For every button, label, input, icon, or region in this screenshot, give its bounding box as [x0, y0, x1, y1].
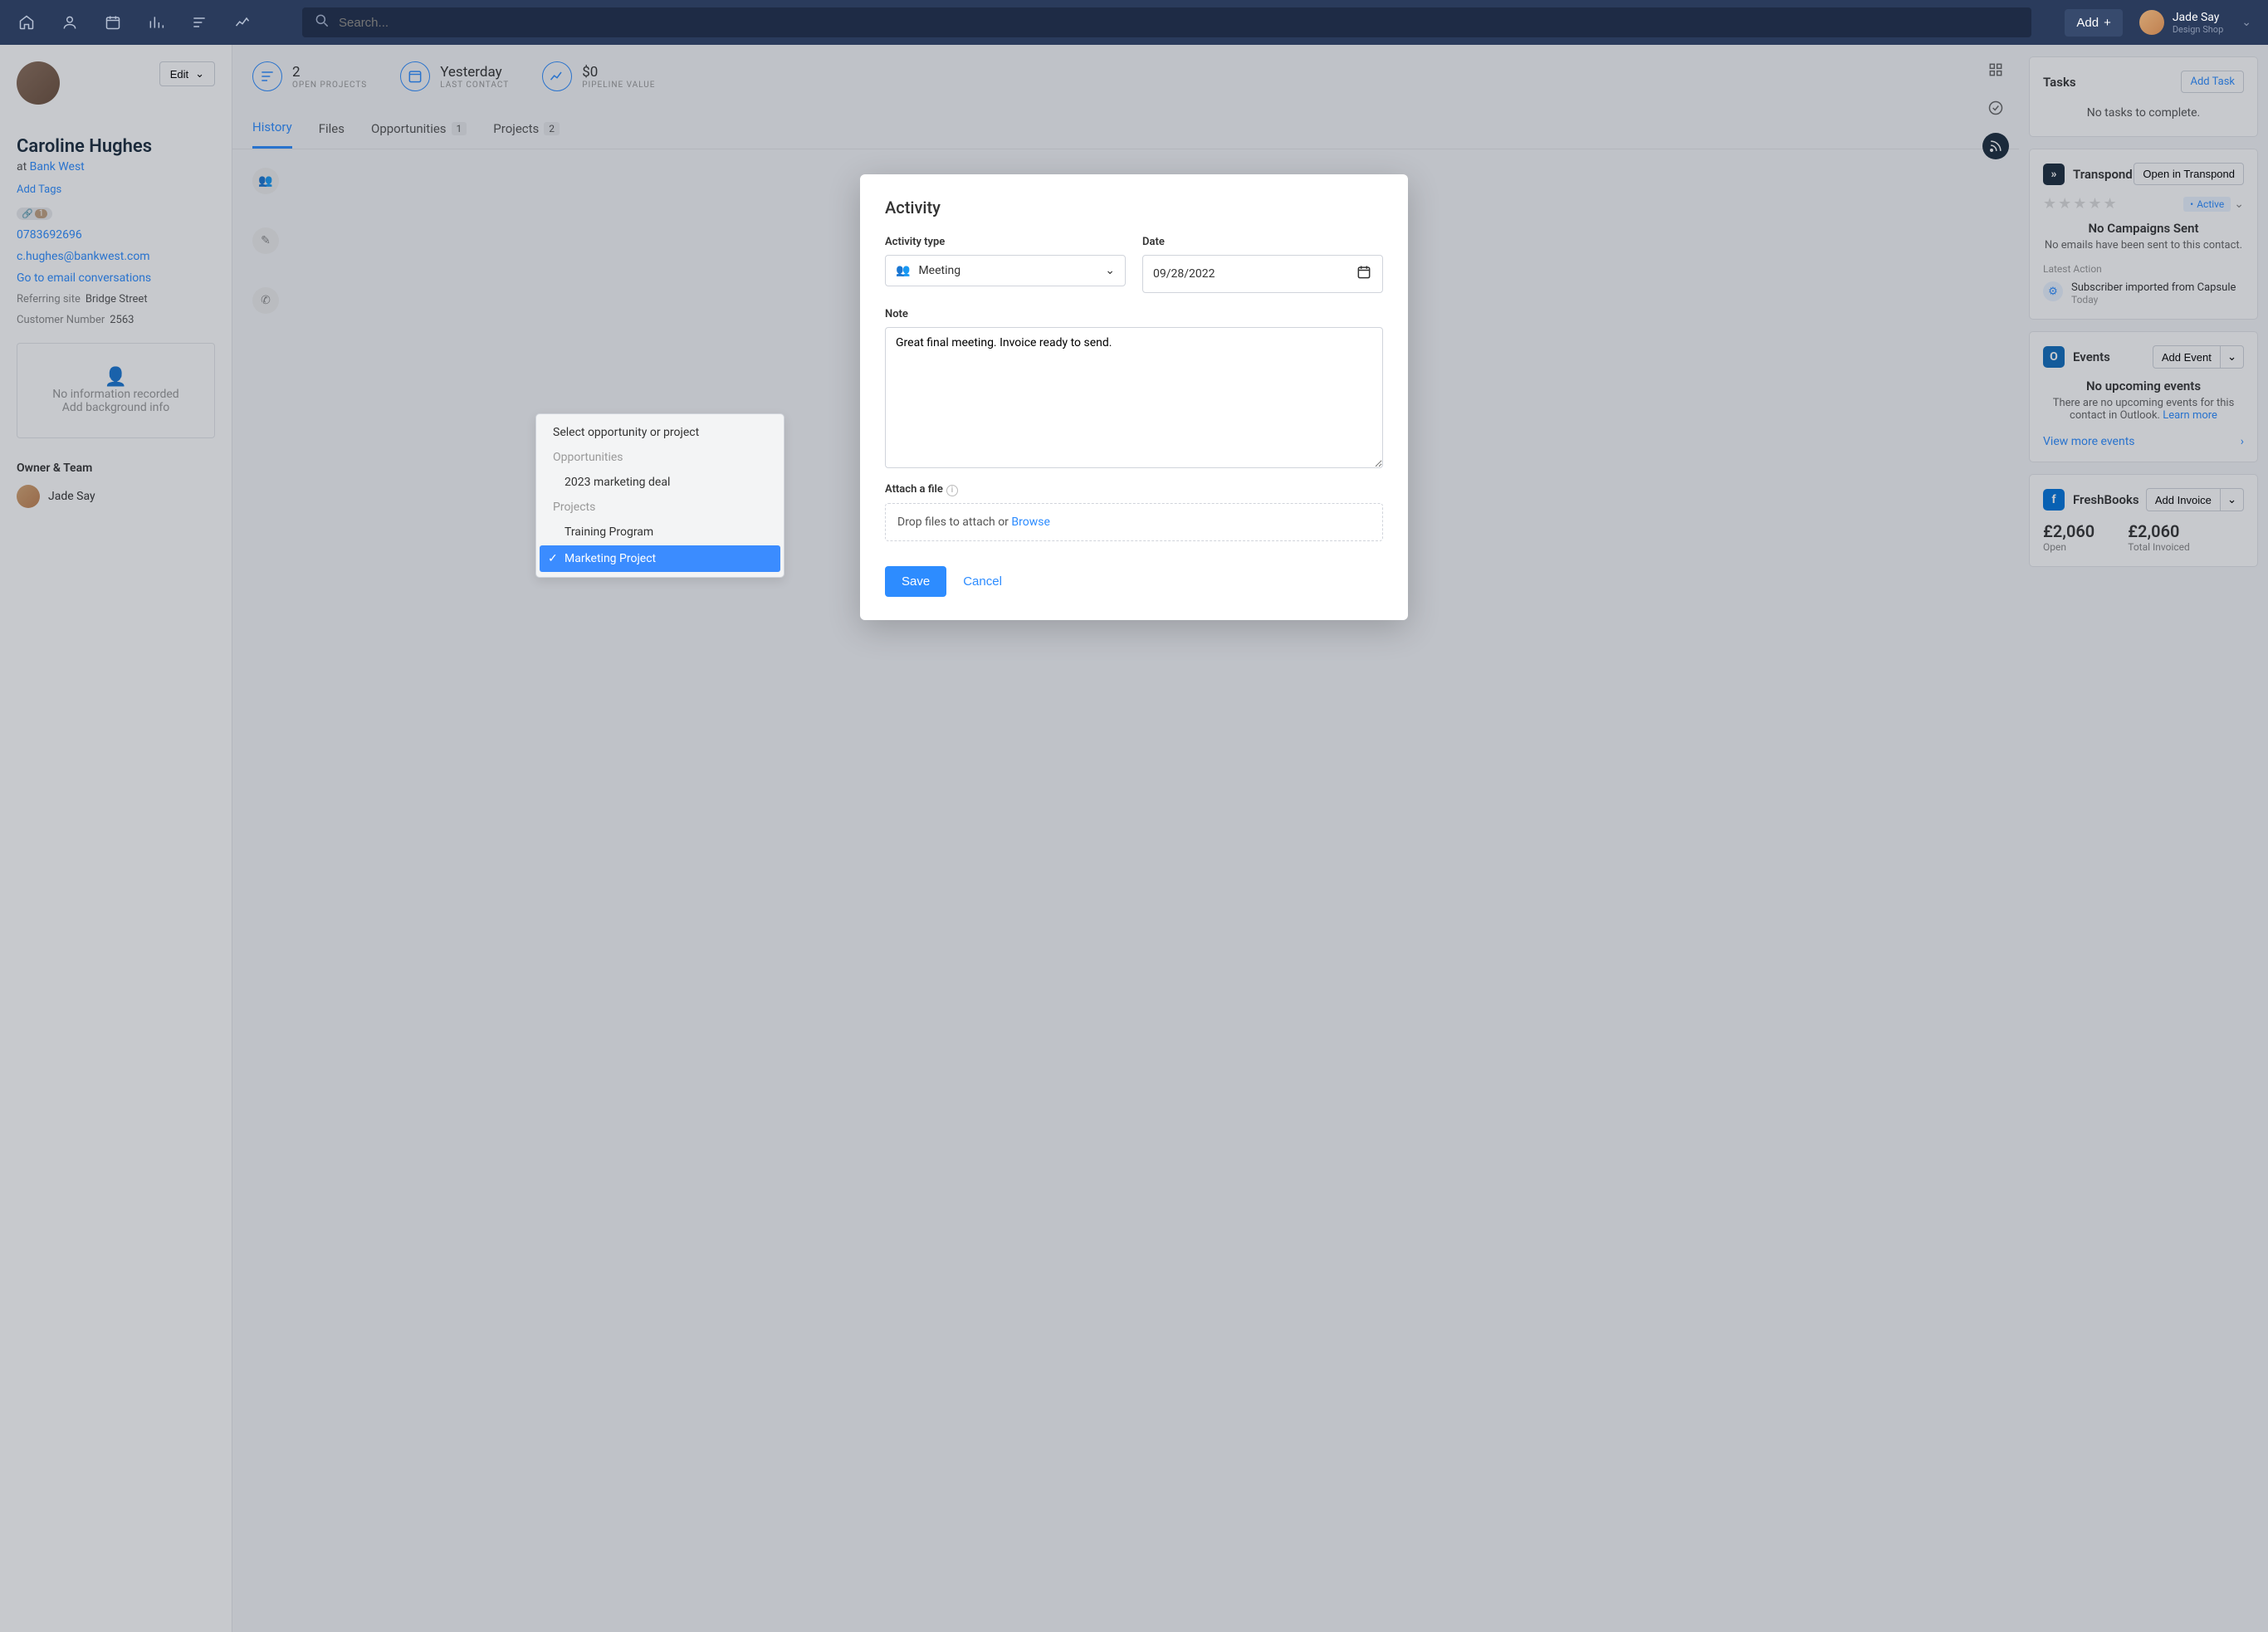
- chevron-down-icon: ⌄: [1105, 264, 1115, 277]
- people-icon: 👥: [896, 264, 910, 277]
- home-icon[interactable]: [17, 12, 37, 32]
- avatar: [2139, 10, 2164, 35]
- calendar-icon[interactable]: [103, 12, 123, 32]
- chevron-down-icon: ⌄: [2241, 16, 2251, 29]
- search-input[interactable]: [339, 16, 2020, 30]
- cancel-button[interactable]: Cancel: [963, 574, 1002, 589]
- date-label: Date: [1142, 236, 1383, 248]
- save-button[interactable]: Save: [885, 566, 946, 597]
- attach-dropzone[interactable]: Drop files to attach or Browse: [885, 503, 1383, 541]
- user-menu[interactable]: Jade Say Design Shop ⌄: [2139, 10, 2251, 35]
- note-textarea[interactable]: [885, 327, 1383, 468]
- note-label: Note: [885, 308, 1383, 320]
- person-icon[interactable]: [60, 12, 80, 32]
- user-name: Jade Say: [2173, 11, 2223, 24]
- search-icon: [314, 12, 330, 32]
- nav-icon-group: [17, 12, 252, 32]
- modal-title: Activity: [885, 198, 1383, 217]
- plus-icon: +: [2104, 16, 2111, 30]
- top-navbar: Add+ Jade Say Design Shop ⌄: [0, 0, 2268, 45]
- dd-option[interactable]: Training Program: [536, 519, 784, 545]
- dd-prompt[interactable]: Select opportunity or project: [536, 419, 784, 446]
- activity-modal: Activity Activity type 👥Meeting ⌄ Date 0…: [860, 174, 1408, 620]
- search-box[interactable]: [302, 7, 2031, 37]
- dd-projects-header: Projects: [536, 496, 784, 519]
- calendar-icon: [1356, 264, 1372, 284]
- add-button[interactable]: Add+: [2065, 9, 2122, 37]
- date-input[interactable]: 09/28/2022: [1142, 255, 1383, 293]
- dd-option-selected[interactable]: Marketing Project: [540, 545, 780, 572]
- opportunity-project-dropdown: Select opportunity or project Opportunit…: [535, 413, 785, 578]
- activity-type-label: Activity type: [885, 236, 1126, 248]
- user-text: Jade Say Design Shop: [2173, 11, 2223, 35]
- attach-label: Attach a filei: [885, 483, 1383, 496]
- chart-icon[interactable]: [146, 12, 166, 32]
- info-icon[interactable]: i: [946, 485, 958, 496]
- user-org: Design Shop: [2173, 24, 2223, 35]
- dd-option[interactable]: 2023 marketing deal: [536, 469, 784, 496]
- activity-type-select[interactable]: 👥Meeting ⌄: [885, 255, 1126, 286]
- list-icon[interactable]: [189, 12, 209, 32]
- dd-opps-header: Opportunities: [536, 446, 784, 469]
- browse-link[interactable]: Browse: [1011, 515, 1049, 529]
- trend-icon[interactable]: [232, 12, 252, 32]
